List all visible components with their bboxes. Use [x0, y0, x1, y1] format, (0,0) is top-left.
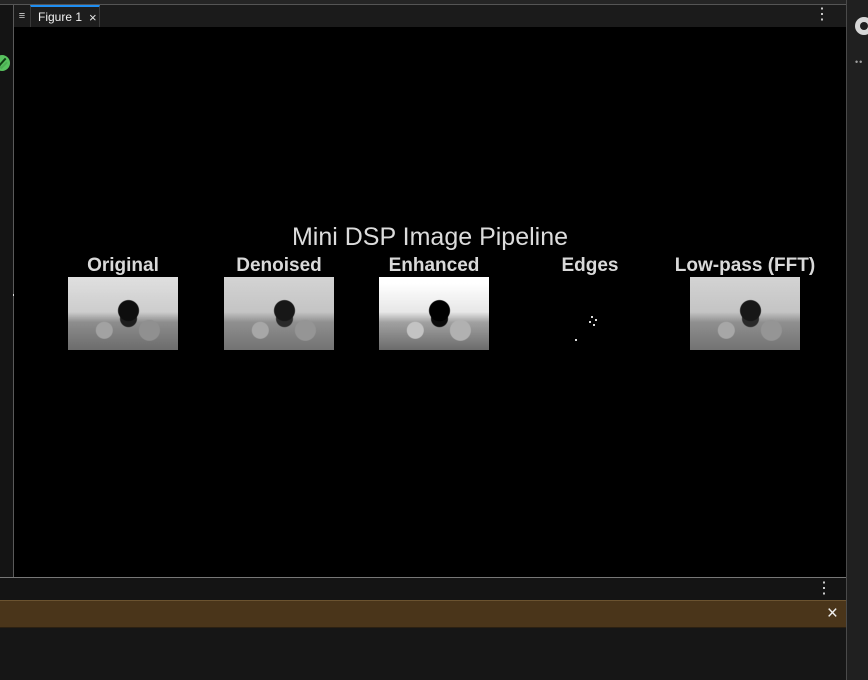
left-gutter: [0, 5, 15, 578]
tab-figure-1[interactable]: Figure 1 ×: [30, 5, 100, 27]
more-icon[interactable]: ⋮: [814, 7, 830, 23]
image-low-pass-fft: [690, 277, 800, 350]
check-icon[interactable]: [0, 55, 10, 71]
more-icon[interactable]: ⋮: [816, 581, 832, 597]
edge-point: [595, 319, 597, 321]
app-window: ≡ Figure 1 × ⋮ Mini DSP Image Pipeline O…: [0, 0, 868, 680]
tab-grip-icon[interactable]: ≡: [14, 5, 30, 27]
image-denoised: [224, 277, 334, 350]
tab-strip: ≡ Figure 1 × ⋮: [14, 5, 846, 28]
dock-header: ⋮: [0, 578, 846, 600]
figure-canvas: Mini DSP Image Pipeline Original Denoise…: [14, 27, 846, 577]
image-enhanced-content: [379, 277, 489, 350]
image-enhanced: [379, 277, 489, 350]
close-icon[interactable]: ×: [827, 604, 838, 623]
edge-point: [575, 339, 577, 341]
image-denoised-content: [224, 277, 334, 350]
close-icon[interactable]: ×: [89, 11, 97, 24]
rail-more-icon: ••: [855, 57, 864, 67]
figure-title: Mini DSP Image Pipeline: [291, 223, 569, 251]
image-original-content: [68, 277, 178, 350]
bottom-panel: [0, 628, 846, 680]
panel-title-low-pass-fft: Low-pass (FFT): [674, 255, 816, 276]
edge-point: [591, 316, 593, 318]
right-rail: ••: [846, 0, 868, 680]
image-edges: [535, 277, 645, 350]
notice-bar: ×: [0, 600, 846, 628]
image-low-pass-fft-content: [690, 277, 800, 350]
edge-point: [593, 324, 595, 326]
extensions-icon[interactable]: [855, 17, 868, 35]
tab-figure-1-label: Figure 1: [38, 10, 83, 24]
edge-point: [589, 321, 591, 323]
image-original: [68, 277, 178, 350]
image-edges-content: [535, 277, 645, 350]
